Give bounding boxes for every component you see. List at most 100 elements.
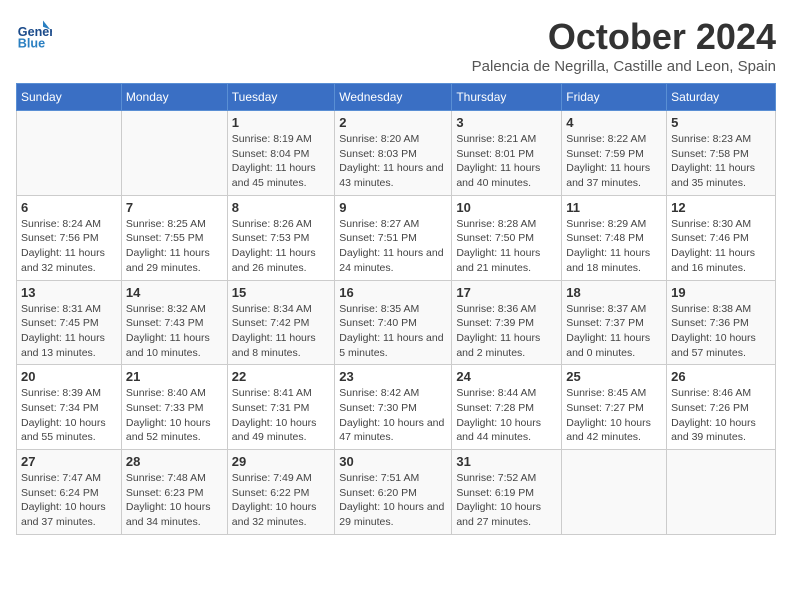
calendar-cell: 3 Sunrise: 8:21 AM Sunset: 8:01 PM Daylig… [452, 111, 562, 196]
header-cell-wednesday: Wednesday [335, 84, 452, 111]
calendar-cell: 22Sunrise: 8:41 AM Sunset: 7:31 PM Dayli… [227, 365, 334, 450]
day-info: Sunrise: 8:31 AM Sunset: 7:45 PM Dayligh… [21, 302, 117, 361]
week-row-3: 13 Sunrise: 8:31 AM Sunset: 7:45 PM Dayli… [17, 280, 776, 365]
header-row: SundayMondayTuesdayWednesdayThursdayFrid… [17, 84, 776, 111]
day-info: Sunrise: 7:51 AM Sunset: 6:20 PM Dayligh… [339, 471, 447, 530]
calendar-cell [121, 111, 227, 196]
day-number: 7 [126, 200, 223, 215]
day-number: 19 [671, 285, 771, 300]
day-number: 9 [339, 200, 447, 215]
week-row-2: 6 Sunrise: 8:24 AM Sunset: 7:56 PM Daylig… [17, 195, 776, 280]
day-info: Sunrise: 8:29 AM Sunset: 7:48 PM Dayligh… [566, 217, 662, 276]
day-number: 1 [232, 115, 330, 130]
calendar-cell: 24Sunrise: 8:44 AM Sunset: 7:28 PM Dayli… [452, 365, 562, 450]
day-info: Sunrise: 7:47 AM Sunset: 6:24 PM Dayligh… [21, 471, 117, 530]
day-info: Sunrise: 8:30 AM Sunset: 7:46 PM Dayligh… [671, 217, 771, 276]
calendar-cell: 9 Sunrise: 8:27 AM Sunset: 7:51 PM Daylig… [335, 195, 452, 280]
day-number: 5 [671, 115, 771, 130]
calendar-cell: 31Sunrise: 7:52 AM Sunset: 6:19 PM Dayli… [452, 450, 562, 535]
day-number: 27 [21, 454, 117, 469]
day-info: Sunrise: 8:21 AM Sunset: 8:01 PM Dayligh… [456, 132, 557, 191]
calendar-cell: 25 Sunrise: 8:45 AM Sunset: 7:27 PM Dayli… [562, 365, 667, 450]
calendar-cell: 13 Sunrise: 8:31 AM Sunset: 7:45 PM Dayli… [17, 280, 122, 365]
day-number: 6 [21, 200, 117, 215]
calendar-header: SundayMondayTuesdayWednesdayThursdayFrid… [17, 84, 776, 111]
calendar-cell: 11 Sunrise: 8:29 AM Sunset: 7:48 PM Dayli… [562, 195, 667, 280]
day-number: 3 [456, 115, 557, 130]
calendar-cell: 15Sunrise: 8:34 AM Sunset: 7:42 PM Dayli… [227, 280, 334, 365]
day-number: 8 [232, 200, 330, 215]
day-number: 4 [566, 115, 662, 130]
calendar-cell: 14Sunrise: 8:32 AM Sunset: 7:43 PM Dayli… [121, 280, 227, 365]
day-info: Sunrise: 8:36 AM Sunset: 7:39 PM Dayligh… [456, 302, 557, 361]
logo: General Blue [16, 16, 56, 52]
calendar-cell: 20 Sunrise: 8:39 AM Sunset: 7:34 PM Dayli… [17, 365, 122, 450]
week-row-4: 20 Sunrise: 8:39 AM Sunset: 7:34 PM Dayli… [17, 365, 776, 450]
day-info: Sunrise: 8:25 AM Sunset: 7:55 PM Dayligh… [126, 217, 223, 276]
day-info: Sunrise: 8:24 AM Sunset: 7:56 PM Dayligh… [21, 217, 117, 276]
day-info: Sunrise: 8:39 AM Sunset: 7:34 PM Dayligh… [21, 386, 117, 445]
calendar-cell: 23Sunrise: 8:42 AM Sunset: 7:30 PM Dayli… [335, 365, 452, 450]
day-number: 21 [126, 369, 223, 384]
title-area: October 2024 Palencia de Negrilla, Casti… [472, 16, 776, 75]
day-number: 20 [21, 369, 117, 384]
day-number: 28 [126, 454, 223, 469]
calendar-cell: 8 Sunrise: 8:26 AM Sunset: 7:53 PM Daylig… [227, 195, 334, 280]
day-info: Sunrise: 8:38 AM Sunset: 7:36 PM Dayligh… [671, 302, 771, 361]
subtitle: Palencia de Negrilla, Castille and Leon,… [472, 58, 776, 75]
day-number: 11 [566, 200, 662, 215]
day-info: Sunrise: 8:26 AM Sunset: 7:53 PM Dayligh… [232, 217, 330, 276]
logo-icon: General Blue [16, 16, 52, 52]
day-number: 16 [339, 285, 447, 300]
day-number: 14 [126, 285, 223, 300]
calendar-table: SundayMondayTuesdayWednesdayThursdayFrid… [16, 83, 776, 535]
day-number: 23 [339, 369, 447, 384]
calendar-cell: 17 Sunrise: 8:36 AM Sunset: 7:39 PM Dayli… [452, 280, 562, 365]
header-cell-tuesday: Tuesday [227, 84, 334, 111]
svg-text:Blue: Blue [18, 37, 45, 51]
week-row-1: 1 Sunrise: 8:19 AM Sunset: 8:04 PM Daylig… [17, 111, 776, 196]
calendar-cell: 2 Sunrise: 8:20 AM Sunset: 8:03 PM Daylig… [335, 111, 452, 196]
calendar-cell: 26Sunrise: 8:46 AM Sunset: 7:26 PM Dayli… [667, 365, 776, 450]
day-info: Sunrise: 7:49 AM Sunset: 6:22 PM Dayligh… [232, 471, 330, 530]
day-number: 18 [566, 285, 662, 300]
day-number: 13 [21, 285, 117, 300]
day-number: 30 [339, 454, 447, 469]
calendar-cell: 21 Sunrise: 8:40 AM Sunset: 7:33 PM Dayli… [121, 365, 227, 450]
calendar-cell: 10 Sunrise: 8:28 AM Sunset: 7:50 PM Dayli… [452, 195, 562, 280]
header-cell-saturday: Saturday [667, 84, 776, 111]
day-info: Sunrise: 8:45 AM Sunset: 7:27 PM Dayligh… [566, 386, 662, 445]
day-number: 25 [566, 369, 662, 384]
day-info: Sunrise: 8:46 AM Sunset: 7:26 PM Dayligh… [671, 386, 771, 445]
day-number: 12 [671, 200, 771, 215]
calendar-cell: 30 Sunrise: 7:51 AM Sunset: 6:20 PM Dayli… [335, 450, 452, 535]
week-row-5: 27 Sunrise: 7:47 AM Sunset: 6:24 PM Dayli… [17, 450, 776, 535]
day-info: Sunrise: 8:41 AM Sunset: 7:31 PM Dayligh… [232, 386, 330, 445]
calendar-cell: 4 Sunrise: 8:22 AM Sunset: 7:59 PM Daylig… [562, 111, 667, 196]
header-cell-sunday: Sunday [17, 84, 122, 111]
calendar-cell: 7 Sunrise: 8:25 AM Sunset: 7:55 PM Daylig… [121, 195, 227, 280]
calendar-cell: 19 Sunrise: 8:38 AM Sunset: 7:36 PM Dayli… [667, 280, 776, 365]
day-info: Sunrise: 8:22 AM Sunset: 7:59 PM Dayligh… [566, 132, 662, 191]
day-number: 17 [456, 285, 557, 300]
day-info: Sunrise: 8:19 AM Sunset: 8:04 PM Dayligh… [232, 132, 330, 191]
day-number: 2 [339, 115, 447, 130]
header: General Blue October 2024 Palencia de Ne… [16, 16, 776, 75]
day-info: Sunrise: 7:52 AM Sunset: 6:19 PM Dayligh… [456, 471, 557, 530]
calendar-cell: 12 Sunrise: 8:30 AM Sunset: 7:46 PM Dayli… [667, 195, 776, 280]
calendar-cell [667, 450, 776, 535]
main-title: October 2024 [472, 16, 776, 58]
calendar-cell: 16Sunrise: 8:35 AM Sunset: 7:40 PM Dayli… [335, 280, 452, 365]
calendar-cell [562, 450, 667, 535]
day-number: 24 [456, 369, 557, 384]
day-number: 10 [456, 200, 557, 215]
day-info: Sunrise: 8:28 AM Sunset: 7:50 PM Dayligh… [456, 217, 557, 276]
calendar-body: 1 Sunrise: 8:19 AM Sunset: 8:04 PM Daylig… [17, 111, 776, 535]
calendar-cell: 27 Sunrise: 7:47 AM Sunset: 6:24 PM Dayli… [17, 450, 122, 535]
calendar-cell: 5Sunrise: 8:23 AM Sunset: 7:58 PM Daylig… [667, 111, 776, 196]
day-number: 29 [232, 454, 330, 469]
day-info: Sunrise: 8:40 AM Sunset: 7:33 PM Dayligh… [126, 386, 223, 445]
day-info: Sunrise: 8:27 AM Sunset: 7:51 PM Dayligh… [339, 217, 447, 276]
calendar-cell: 18Sunrise: 8:37 AM Sunset: 7:37 PM Dayli… [562, 280, 667, 365]
day-info: Sunrise: 8:20 AM Sunset: 8:03 PM Dayligh… [339, 132, 447, 191]
